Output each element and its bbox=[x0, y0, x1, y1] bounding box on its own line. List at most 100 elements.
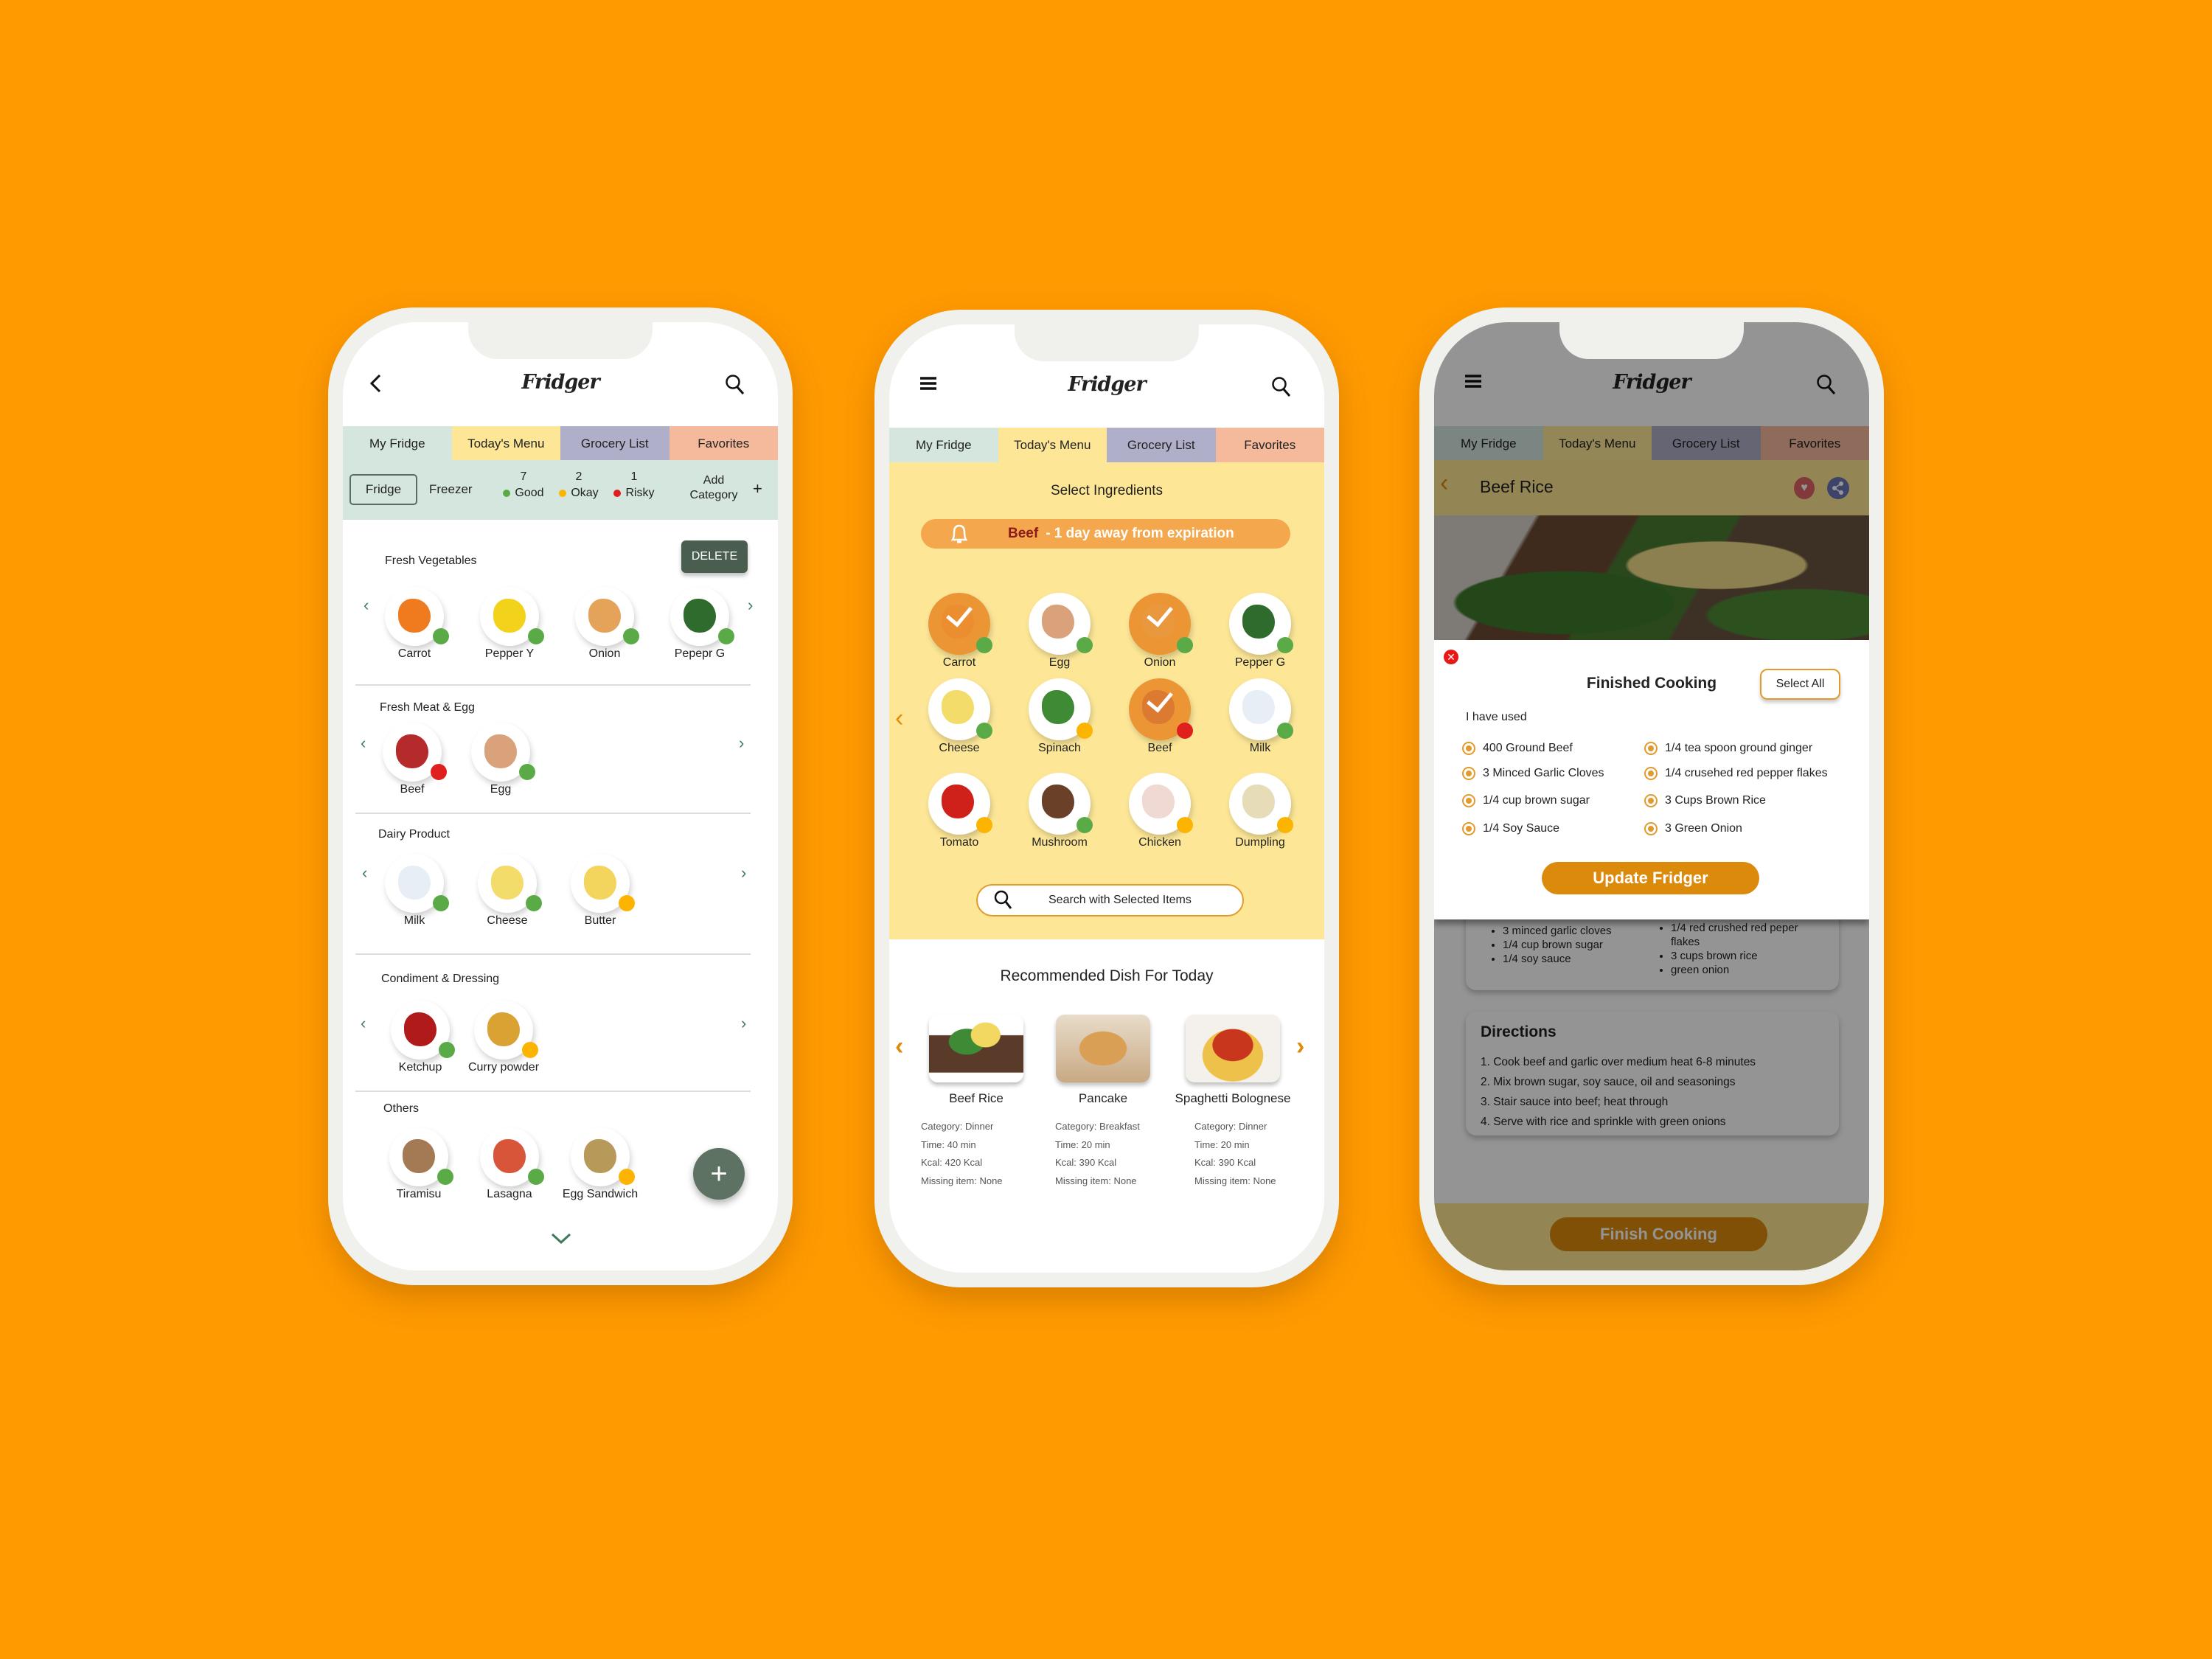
food-item-ketchup[interactable]: Ketchup bbox=[380, 1001, 461, 1082]
food-item-curry-powder[interactable]: Curry powder bbox=[463, 1001, 544, 1082]
used-ingredient-option[interactable]: 3 Green Onion bbox=[1644, 822, 1742, 835]
food-item-cheese[interactable]: Cheese bbox=[467, 854, 548, 935]
close-icon[interactable]: ✕ bbox=[1444, 650, 1458, 664]
food-item-onion[interactable]: Onion bbox=[1119, 593, 1200, 674]
expiration-alert[interactable]: Beef - 1 day away from expiration bbox=[921, 519, 1290, 549]
food-item-egg-sandwich[interactable]: Egg Sandwich bbox=[560, 1127, 641, 1208]
used-ingredient-option[interactable]: 1/4 cup brown sugar bbox=[1462, 794, 1590, 807]
freezer-toggle[interactable]: Freezer bbox=[429, 482, 473, 497]
chevron-left-icon[interactable]: ‹ bbox=[895, 704, 903, 733]
tab-my-fridge[interactable]: My Fridge bbox=[343, 426, 452, 461]
chevron-down-icon[interactable] bbox=[551, 1233, 571, 1245]
chevron-right-icon[interactable]: › bbox=[739, 734, 744, 753]
radio-selected-icon[interactable] bbox=[1462, 822, 1475, 835]
food-picture bbox=[684, 599, 716, 633]
food-item-beef[interactable]: Beef bbox=[1119, 678, 1200, 759]
food-item-pepepr-g[interactable]: Pepepr G bbox=[659, 587, 740, 668]
used-ingredient-option[interactable]: 400 Ground Beef bbox=[1462, 742, 1573, 755]
food-item-spinach[interactable]: Spinach bbox=[1019, 678, 1100, 759]
food-item-egg[interactable]: Egg bbox=[1019, 593, 1100, 674]
food-item-beef[interactable]: Beef bbox=[372, 723, 453, 804]
used-ingredient-option[interactable]: 1/4 tea spoon ground ginger bbox=[1644, 742, 1812, 755]
finished-cooking-modal: ✕ Finished Cooking Select All I have use… bbox=[1434, 640, 1869, 919]
food-item-tiramisu[interactable]: Tiramisu bbox=[378, 1127, 459, 1208]
food-item-milk[interactable]: Milk bbox=[374, 854, 455, 935]
chevron-right-icon[interactable]: › bbox=[741, 863, 746, 883]
search-selected-button[interactable]: Search with Selected Items bbox=[976, 884, 1244, 917]
tab-todays-menu[interactable]: Today's Menu bbox=[451, 426, 560, 461]
okay-label: Okay bbox=[571, 487, 599, 499]
food-item-cheese[interactable]: Cheese bbox=[919, 678, 1000, 759]
screen: Fridger My Fridge Today's Menu Grocery L… bbox=[1434, 322, 1869, 1270]
used-ingredient-option[interactable]: 1/4 crusehed red pepper flakes bbox=[1644, 767, 1828, 780]
food-item-egg[interactable]: Egg bbox=[460, 723, 541, 804]
add-item-button[interactable]: + bbox=[693, 1148, 745, 1200]
food-item-pepper-y[interactable]: Pepper Y bbox=[469, 587, 550, 668]
add-category-plus-icon[interactable]: + bbox=[753, 479, 762, 498]
food-picture bbox=[484, 734, 517, 768]
food-item-pepper-g[interactable]: Pepper G bbox=[1220, 593, 1301, 674]
radio-selected-icon[interactable] bbox=[1644, 822, 1658, 835]
food-item-milk[interactable]: Milk bbox=[1220, 678, 1301, 759]
dish-card-spaghetti-bolognese[interactable]: Spaghetti Bolognese bbox=[1166, 1015, 1299, 1106]
dish-prev-icon[interactable]: ‹ bbox=[895, 1032, 903, 1061]
food-item-mushroom[interactable]: Mushroom bbox=[1019, 773, 1100, 854]
tab-favorites[interactable]: Favorites bbox=[1215, 428, 1324, 462]
search-icon[interactable] bbox=[1271, 376, 1292, 398]
divider bbox=[355, 953, 751, 955]
food-item-onion[interactable]: Onion bbox=[564, 587, 645, 668]
radio-selected-icon[interactable] bbox=[1644, 767, 1658, 780]
used-ingredient-option[interactable]: 3 Cups Brown Rice bbox=[1644, 794, 1766, 807]
chevron-left-icon[interactable]: ‹ bbox=[361, 734, 366, 753]
food-item-chicken[interactable]: Chicken bbox=[1119, 773, 1200, 854]
radio-selected-icon[interactable] bbox=[1462, 742, 1475, 755]
food-item-tomato[interactable]: Tomato bbox=[919, 773, 1000, 854]
food-picture bbox=[396, 734, 428, 768]
select-all-button[interactable]: Select All bbox=[1760, 669, 1840, 700]
used-ingredient-option[interactable]: 3 Minced Garlic Cloves bbox=[1462, 767, 1604, 780]
chevron-left-icon[interactable]: ‹ bbox=[362, 863, 367, 883]
food-item-carrot[interactable]: Carrot bbox=[919, 593, 1000, 674]
food-picture bbox=[1242, 785, 1275, 818]
radio-selected-icon[interactable] bbox=[1462, 794, 1475, 807]
tab-todays-menu[interactable]: Today's Menu bbox=[998, 428, 1107, 462]
tab-favorites[interactable]: Favorites bbox=[669, 426, 778, 461]
used-ingredient-option[interactable]: 1/4 Soy Sauce bbox=[1462, 822, 1559, 835]
tab-grocery-list[interactable]: Grocery List bbox=[1107, 428, 1216, 462]
food-item-dumpling[interactable]: Dumpling bbox=[1220, 773, 1301, 854]
dish-card-beef-rice[interactable]: Beef Rice bbox=[910, 1015, 1043, 1106]
chevron-left-icon[interactable]: ‹ bbox=[364, 596, 369, 615]
food-item-carrot[interactable]: Carrot bbox=[374, 587, 455, 668]
food-item-lasagna[interactable]: Lasagna bbox=[469, 1127, 550, 1208]
food-picture bbox=[942, 690, 974, 724]
food-picture bbox=[584, 1139, 616, 1173]
okay-count: 2 Okay bbox=[549, 469, 608, 501]
radio-selected-icon[interactable] bbox=[1462, 767, 1475, 780]
radio-selected-icon[interactable] bbox=[1644, 742, 1658, 755]
tab-grocery-list[interactable]: Grocery List bbox=[560, 426, 669, 461]
status-dot-good bbox=[718, 628, 734, 644]
delete-button[interactable]: DELETE bbox=[681, 540, 748, 573]
update-fridger-button[interactable]: Update Fridger bbox=[1542, 862, 1759, 894]
search-icon[interactable] bbox=[725, 374, 745, 396]
food-label: Egg bbox=[490, 783, 512, 796]
dish-category: Category: Dinner bbox=[921, 1121, 994, 1132]
dish-card-pancake[interactable]: Pancake bbox=[1037, 1015, 1169, 1106]
tab-my-fridge[interactable]: My Fridge bbox=[889, 428, 998, 462]
dish-category: Category: Breakfast bbox=[1055, 1121, 1140, 1132]
chevron-left-icon[interactable]: ‹ bbox=[361, 1014, 366, 1033]
good-count: 7 Good bbox=[494, 469, 553, 501]
food-item-butter[interactable]: Butter bbox=[560, 854, 641, 935]
app-logo: Fridger bbox=[1068, 373, 1146, 396]
food-label: Tiramisu bbox=[396, 1188, 442, 1200]
dish-photo bbox=[1186, 1015, 1280, 1082]
add-category-button[interactable]: Add Category bbox=[684, 473, 743, 503]
chevron-right-icon[interactable]: › bbox=[741, 1014, 746, 1033]
phone-recipe: Fridger My Fridge Today's Menu Grocery L… bbox=[1419, 307, 1884, 1285]
fridge-toggle[interactable]: Fridge bbox=[349, 474, 417, 505]
radio-selected-icon[interactable] bbox=[1644, 794, 1658, 807]
food-picture bbox=[398, 599, 431, 633]
chevron-right-icon[interactable]: › bbox=[748, 596, 753, 615]
status-dot-good bbox=[1177, 637, 1193, 653]
tab-bar: My Fridge Today's Menu Grocery List Favo… bbox=[889, 428, 1324, 462]
